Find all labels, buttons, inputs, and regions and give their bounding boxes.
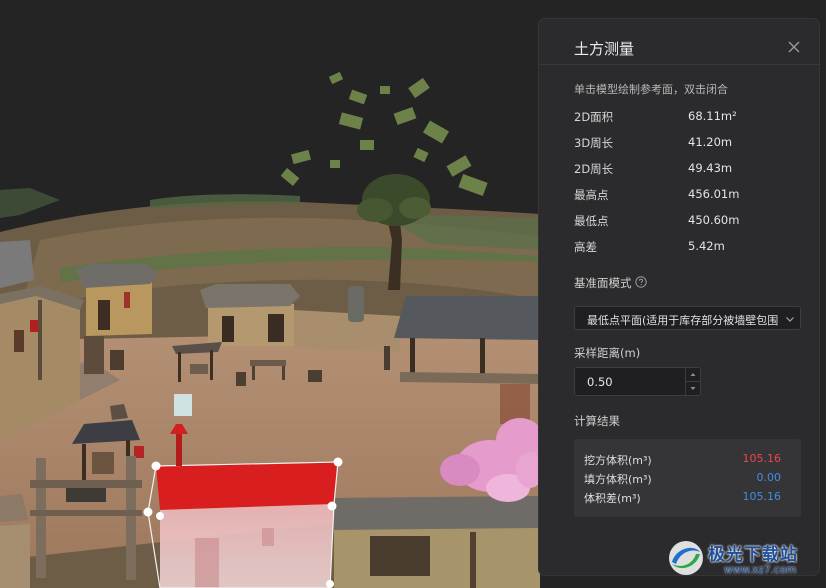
metric-value: 41.20m: [688, 135, 733, 149]
base-mode-label: 基准面模式: [574, 276, 632, 290]
result-value: 105.16: [742, 490, 782, 503]
result-row-cut-volume: 挖方体积(m³) 105.16: [584, 452, 791, 468]
earthwork-panel: 土方测量 单击模型绘制参考面，双击闭合 2D面积 68.11m² 3D周长 41…: [539, 19, 819, 575]
drawing-hint: 单击模型绘制参考面，双击闭合: [574, 83, 728, 96]
increment-button[interactable]: [686, 368, 700, 382]
metric-value: 68.11m²: [688, 109, 737, 123]
result-label: 体积差(m³): [584, 492, 641, 505]
decrement-button[interactable]: [686, 382, 700, 395]
watermark-logo-icon: [669, 541, 703, 575]
chevron-down-icon: [786, 317, 794, 322]
results-label: 计算结果: [574, 414, 620, 428]
metric-row-2d-area: 2D面积 68.11m²: [574, 109, 804, 125]
metric-value: 450.60m: [688, 213, 740, 227]
vertex-handle: [156, 512, 164, 520]
panel-title: 土方测量: [574, 40, 635, 58]
result-value: 0.00: [756, 471, 782, 484]
base-mode-value: 最低点平面(适用于库存部分被墙壁包围): [587, 314, 779, 327]
vertex-handle: [151, 461, 161, 471]
metric-row-3d-perimeter: 3D周长 41.20m: [574, 135, 804, 151]
stepper-buttons: [685, 368, 700, 395]
result-label: 挖方体积(m³): [584, 454, 652, 467]
metric-row-lowest-point: 最低点 450.60m: [574, 213, 804, 229]
metric-label: 2D周长: [574, 162, 614, 176]
house-upper-left: [76, 264, 158, 336]
watermark-text: 极光下载站: [708, 545, 798, 565]
vertex-handle: [326, 580, 334, 588]
base-mode-select[interactable]: 最低点平面(适用于库存部分被墙壁包围): [574, 306, 801, 330]
metric-label: 最高点: [574, 188, 609, 202]
help-icon[interactable]: [635, 276, 647, 288]
vertex-handle: [327, 501, 337, 511]
vertex-handle: [333, 457, 343, 467]
results-box: 挖方体积(m³) 105.16 填方体积(m³) 0.00 体积差(m³) 10…: [574, 439, 801, 517]
result-label: 填方体积(m³): [584, 473, 652, 486]
result-row-fill-volume: 填方体积(m³) 0.00: [584, 471, 791, 487]
metric-value: 5.42m: [688, 239, 725, 253]
metric-label: 2D面积: [574, 110, 614, 124]
sample-distance-input[interactable]: [575, 368, 683, 395]
sample-distance-label: 采样距离(m): [574, 346, 641, 360]
watermark: 极光下载站 www.xz7.com: [662, 534, 822, 584]
vertex-handle: [143, 507, 153, 517]
metric-label: 高差: [574, 240, 597, 254]
watermark-url: www.xz7.com: [724, 564, 797, 576]
metric-label: 3D周长: [574, 136, 614, 150]
metric-row-height-difference: 高差 5.42m: [574, 239, 804, 255]
caret-down-icon: [690, 387, 696, 390]
panel-header: 土方测量: [539, 19, 819, 65]
result-value: 105.16: [742, 452, 782, 465]
sample-distance-stepper: [574, 367, 701, 396]
metric-row-highest-point: 最高点 456.01m: [574, 187, 804, 203]
metric-label: 最低点: [574, 214, 609, 228]
close-icon: [788, 41, 800, 53]
caret-up-icon: [690, 373, 696, 376]
result-row-volume-difference: 体积差(m³) 105.16: [584, 490, 791, 506]
metric-value: 456.01m: [688, 187, 740, 201]
metric-row-2d-perimeter: 2D周长 49.43m: [574, 161, 804, 177]
close-button[interactable]: [785, 38, 803, 56]
bottom-buildings: [330, 496, 540, 588]
metric-value: 49.43m: [688, 161, 733, 175]
